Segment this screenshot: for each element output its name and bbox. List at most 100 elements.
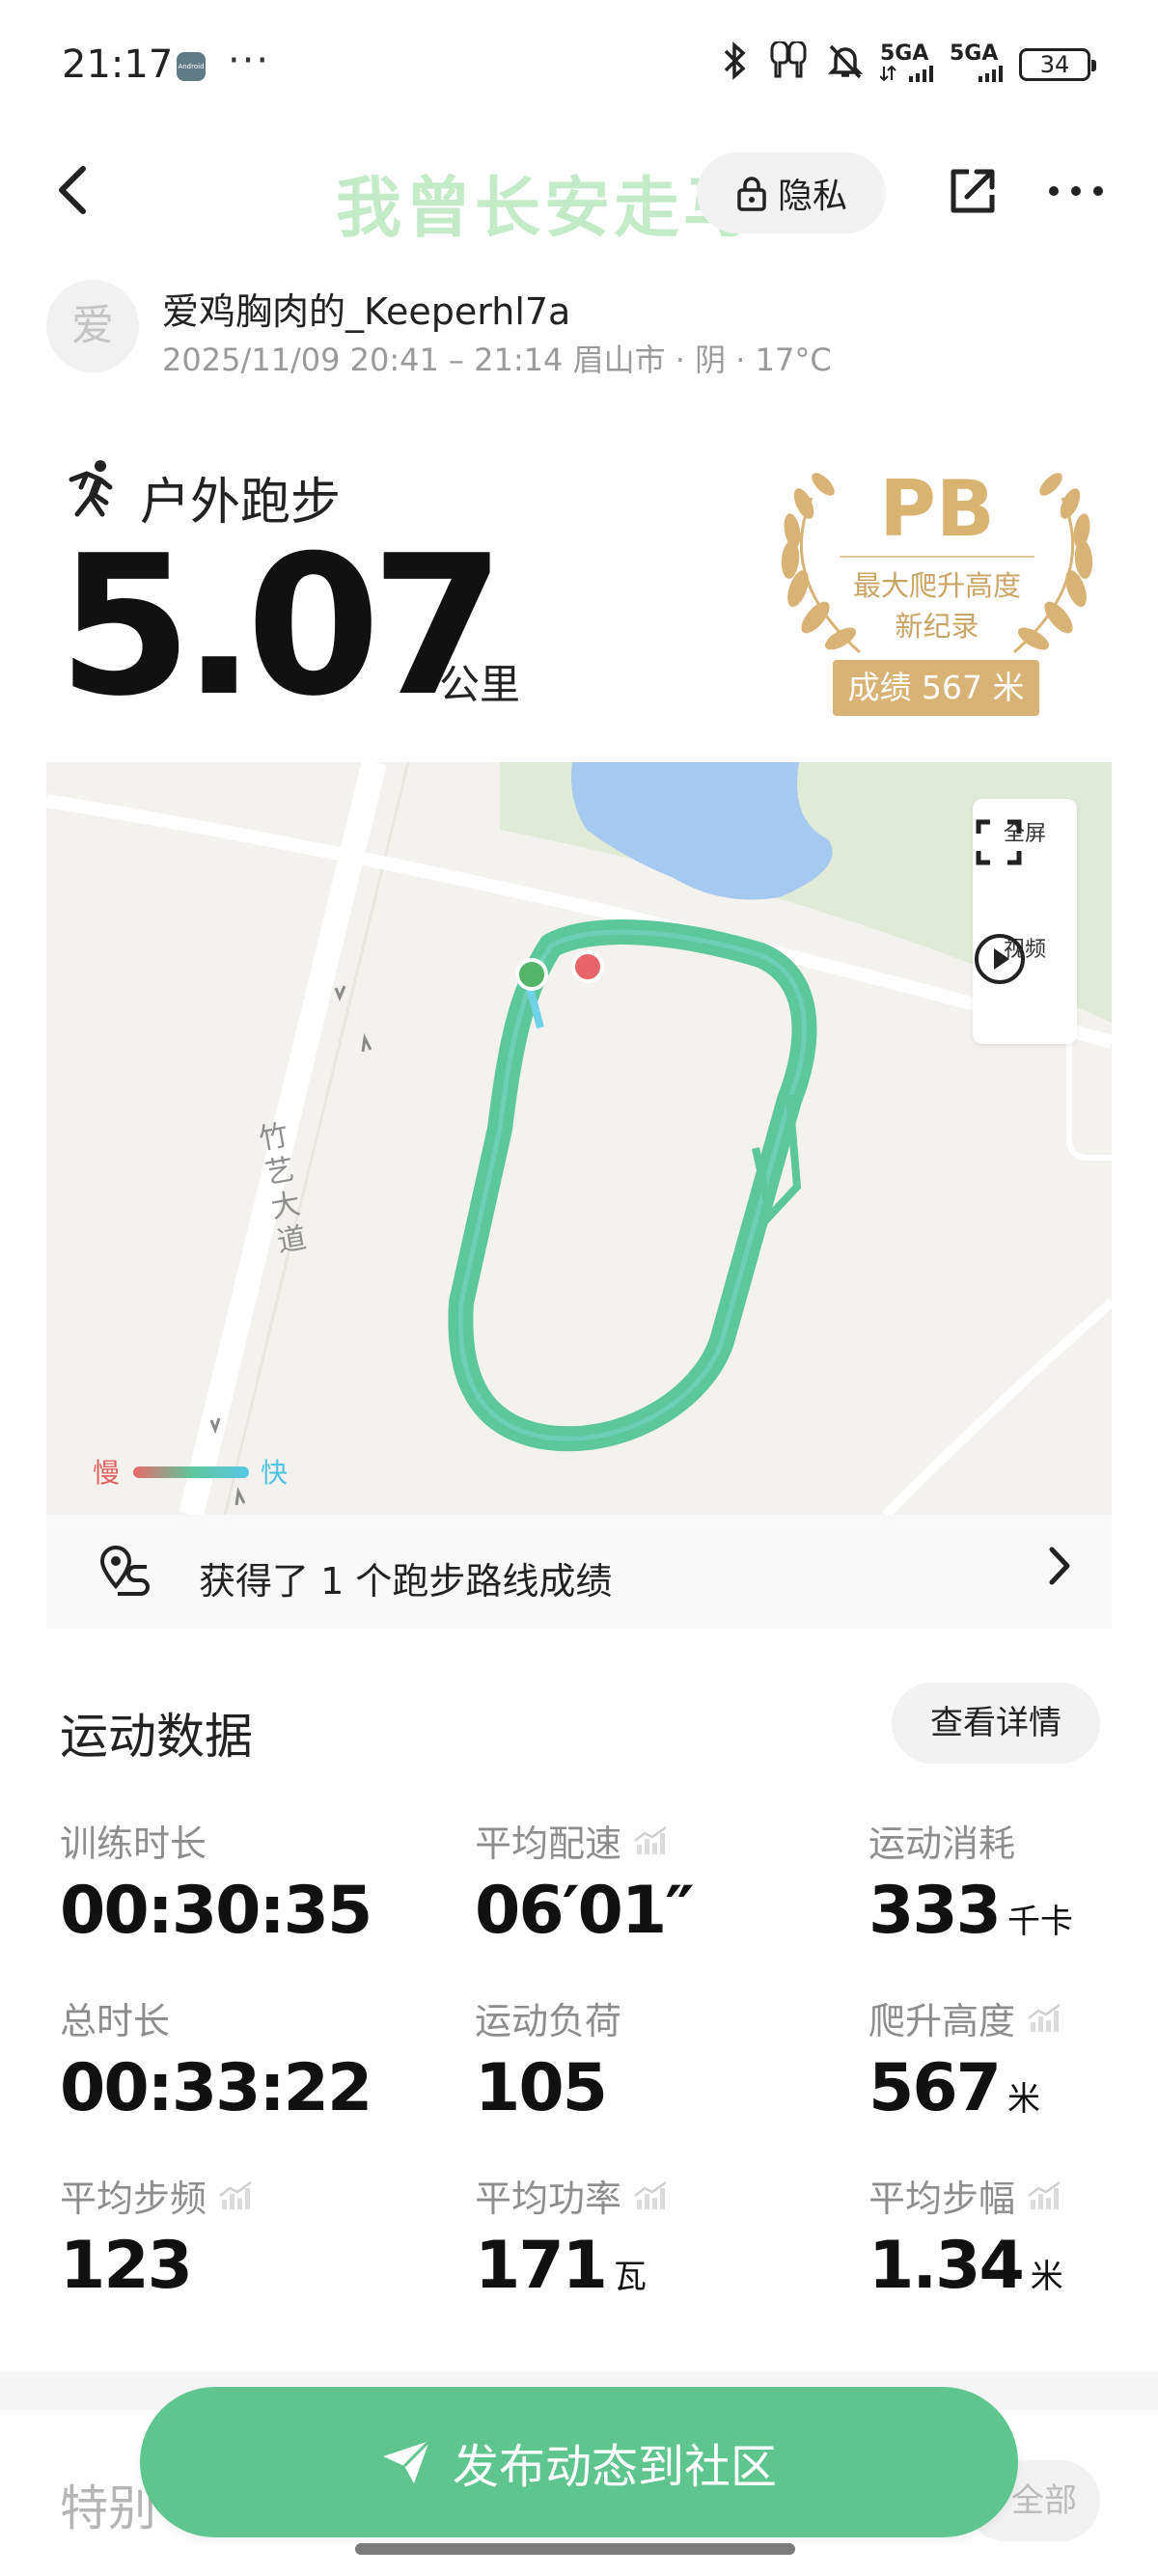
map-controls: 全屏 视频 [973, 799, 1077, 1044]
more-options-button[interactable] [1042, 162, 1110, 220]
more-dots-icon [1049, 186, 1103, 196]
legend-fast-label: 快 [261, 1457, 289, 1489]
send-icon [382, 2439, 431, 2483]
home-indicator[interactable] [355, 2543, 795, 2555]
stat-label: 运动消耗 [868, 1814, 1073, 1867]
play-circle-icon [975, 934, 1025, 984]
status-bar: 21:17 Android ··· 5GA 5GA 34 [0, 0, 1158, 125]
stat-value-number: 333 [868, 1873, 1002, 1949]
trend-chart-icon[interactable] [218, 2180, 255, 2211]
chevron-right-icon [1044, 1542, 1073, 1602]
share-button[interactable] [944, 162, 1002, 220]
route-achievement-row[interactable]: 获得了 1 个跑步路线成绩 [46, 1515, 1112, 1629]
end-marker [571, 950, 604, 983]
status-time: 21:17 [62, 42, 174, 87]
stat-label-text: 运动消耗 [868, 1822, 1016, 1865]
status-icons: 5GA 5GA 34 [718, 40, 1096, 89]
stat-label-text: 训练时长 [60, 1822, 207, 1865]
section-title-stats: 运动数据 [60, 1709, 253, 1765]
stat-item: 平均步频 123 [60, 2169, 255, 2305]
earbuds-icon [766, 40, 811, 89]
android-app-icon: Android [177, 52, 206, 81]
stat-label: 训练时长 [60, 1814, 371, 1867]
fullscreen-icon [976, 819, 1022, 865]
video-button[interactable]: 视频 [973, 932, 1077, 984]
stat-item: 运动消耗 333 千卡 [868, 1814, 1073, 1960]
mute-bell-icon [826, 41, 865, 89]
pb-result: 成绩 567 米 [833, 660, 1039, 716]
pb-record-label: 新纪录 [895, 610, 979, 643]
route-pin-icon [99, 1545, 150, 1596]
stat-value-number: 105 [475, 2050, 608, 2126]
stat-item: 平均步幅 1.34 米 [868, 2169, 1063, 2316]
stat-label-text: 运动负荷 [475, 2000, 622, 2042]
lock-icon [737, 177, 766, 211]
fullscreen-button[interactable]: 全屏 [973, 816, 1077, 865]
stat-value: 333 千卡 [868, 1873, 1073, 1960]
trend-chart-icon[interactable] [633, 1825, 670, 1856]
publish-to-community-button[interactable]: 发布动态到社区 [140, 2387, 1018, 2537]
share-icon [951, 169, 995, 213]
stat-unit: 米 [1006, 2080, 1040, 2119]
trend-chart-icon[interactable] [1027, 2003, 1063, 2034]
privacy-button[interactable]: 隐私 [697, 152, 886, 233]
distance-value: 5.07 [58, 514, 505, 739]
stat-item: 训练时长 00:30:35 [60, 1814, 372, 1950]
stat-label: 平均步幅 [868, 2169, 1063, 2222]
stat-label-text: 平均步频 [60, 2178, 207, 2220]
stat-unit: 千卡 [1006, 1903, 1073, 1941]
stat-item: 运动负荷 105 [475, 1991, 621, 2127]
bluetooth-icon [718, 41, 751, 89]
stat-item: 总时长 00:33:22 [60, 1991, 372, 2127]
stat-label-text: 爬升高度 [868, 2000, 1016, 2042]
stat-value-number: 06′01″ [475, 1873, 695, 1949]
stat-value: 1.34 米 [868, 2228, 1063, 2316]
stat-item: 爬升高度 567 米 [868, 1991, 1063, 2138]
battery-icon: 34 [1019, 48, 1096, 81]
pb-title: PB [879, 464, 995, 554]
pace-legend-bar [133, 1466, 249, 1478]
stat-value-number: 00:30:35 [60, 1873, 372, 1949]
stat-label: 平均功率 [475, 2169, 670, 2222]
stat-label-text: 平均功率 [475, 2178, 622, 2220]
stat-value: 00:30:35 [60, 1873, 372, 1950]
view-details-button[interactable]: 查看详情 [892, 1683, 1100, 1764]
stat-item: 平均功率 171 瓦 [475, 2169, 670, 2316]
pb-subtitle: 最大爬升高度 [852, 569, 1021, 602]
stat-label-text: 总时长 [60, 2000, 171, 2042]
run-route-path [448, 919, 817, 1452]
running-icon [62, 458, 118, 522]
stat-value: 00:33:22 [60, 2050, 372, 2127]
trend-chart-icon[interactable] [1027, 2180, 1063, 2211]
route-achievement-text: 获得了 1 个跑步路线成绩 [199, 1560, 613, 1603]
stat-unit: 米 [1030, 2258, 1063, 2296]
stat-value: 567 米 [868, 2050, 1063, 2138]
stat-value: 105 [475, 2050, 621, 2127]
activity-meta: 2025/11/09 20:41 – 21:14 眉山市 · 阴 · 17°C [162, 342, 832, 378]
back-button[interactable] [48, 159, 106, 227]
route-map[interactable]: 竹艺大道 全屏 视频 慢 快 [46, 762, 1112, 1515]
distance-unit: 公里 [439, 661, 521, 708]
watermark-text: 我曾长安走马 [336, 171, 754, 247]
signal-5ga-2: 5GA [950, 42, 1004, 87]
stat-label: 平均配速 [475, 1814, 693, 1867]
pb-badge[interactable]: PB 最大爬升高度 新纪录 成绩 567 米 [767, 463, 1107, 724]
username[interactable]: 爱鸡胸肉的_Keeperhl7a [162, 282, 570, 335]
stat-value-number: 567 [868, 2050, 1002, 2126]
stat-value: 06′01″ [475, 1873, 695, 1950]
trend-chart-icon[interactable] [633, 2180, 670, 2211]
stat-value-number: 123 [60, 2228, 193, 2304]
map-canvas [46, 762, 1112, 1515]
stat-unit: 瓦 [613, 2258, 647, 2296]
start-marker [515, 958, 548, 991]
stat-value-number: 1.34 [868, 2228, 1025, 2304]
stat-label: 爬升高度 [868, 1991, 1063, 2044]
stat-label: 运动负荷 [475, 1991, 621, 2044]
pb-divider [840, 556, 1034, 558]
stat-value: 123 [60, 2228, 255, 2305]
legend-slow-label: 慢 [93, 1457, 121, 1489]
stat-value-number: 171 [475, 2228, 608, 2304]
avatar[interactable]: 爱 [46, 280, 139, 372]
publish-label: 发布动态到社区 [452, 2440, 777, 2494]
stat-item: 平均配速 06′01″ [475, 1814, 695, 1950]
